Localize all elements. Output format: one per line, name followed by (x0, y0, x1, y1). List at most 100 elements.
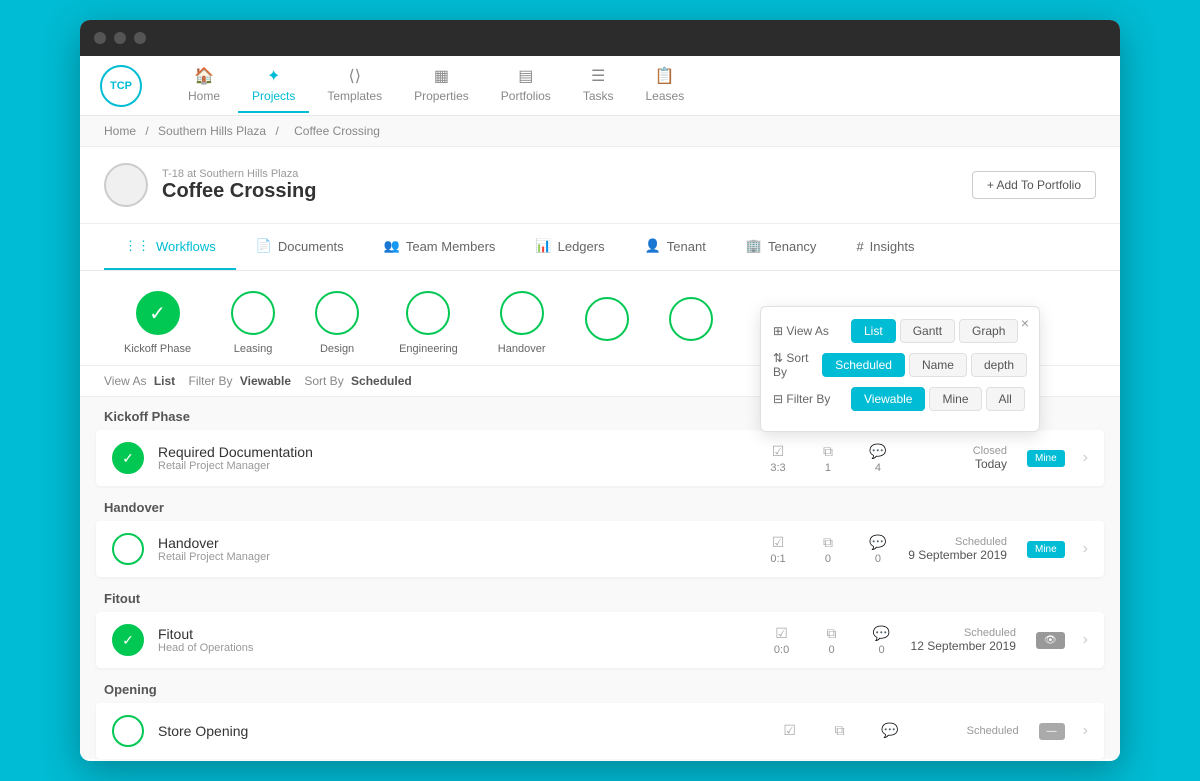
task-meta: ☑ ⧉ 💬 (775, 722, 905, 741)
tab-workflows[interactable]: ⋮⋮ Workflows (104, 224, 236, 270)
chevron-right-icon[interactable]: › (1083, 631, 1088, 649)
nav-item-home[interactable]: 🏠 Home (174, 58, 234, 113)
project-avatar (104, 163, 148, 207)
wf-handover[interactable]: Handover (498, 291, 546, 355)
wf-leasing[interactable]: Leasing (231, 291, 275, 355)
filter-by-value[interactable]: Viewable (240, 374, 291, 388)
nav-label-templates: Templates (327, 89, 382, 103)
project-info: T-18 at Southern Hills Plaza Coffee Cros… (162, 168, 958, 203)
check-count: 0:1 (770, 553, 785, 565)
view-option-list[interactable]: List (851, 319, 896, 343)
tab-documents[interactable]: 📄 Documents (236, 224, 364, 270)
meta-copies: ⧉ 0 (813, 534, 843, 565)
wf-circle-extra2 (669, 297, 713, 341)
sort-option-depth[interactable]: depth (971, 353, 1027, 377)
filter-option-mine[interactable]: Mine (929, 387, 981, 411)
view-as-value[interactable]: List (154, 374, 175, 388)
wf-extra2[interactable] (669, 297, 713, 349)
checkmark-icon: ✓ (149, 301, 166, 326)
comment-count: 0 (878, 644, 884, 656)
date-val: Today (907, 457, 1007, 471)
wf-design[interactable]: Design (315, 291, 359, 355)
team-members-icon: 👥 (384, 238, 400, 254)
breadcrumb-home[interactable]: Home (104, 124, 136, 138)
content-area: Kickoff Phase ✓ Required Documentation R… (80, 397, 1120, 759)
nav-label-home: Home (188, 89, 220, 103)
table-row[interactable]: Store Opening ☑ ⧉ 💬 Scheduled (96, 703, 1104, 759)
nav-label-projects: Projects (252, 89, 295, 103)
nav-label-tasks: Tasks (583, 89, 614, 103)
tab-tenancy[interactable]: 🏢 Tenancy (726, 224, 837, 270)
popup-filter-by-label: ⊟ Filter By (773, 392, 843, 406)
comment-icon: 💬 (881, 722, 898, 739)
task-date: Scheduled (919, 725, 1019, 737)
breadcrumb-sep1: / (145, 124, 152, 138)
task-date: Scheduled 12 September 2019 (911, 627, 1016, 653)
tab-ledgers[interactable]: 📊 Ledgers (515, 224, 624, 270)
date-status: Scheduled (919, 725, 1019, 737)
nav-item-projects[interactable]: ✦ Projects (238, 58, 309, 113)
task-meta: ☑ 0:0 ⧉ 0 💬 0 (767, 625, 897, 656)
tab-insights-label: Insights (870, 239, 915, 254)
nav-item-portfolios[interactable]: ▤ Portfolios (487, 58, 565, 113)
meta-checks: ☑ (775, 722, 805, 741)
tab-ledgers-label: Ledgers (558, 239, 605, 254)
chevron-right-icon[interactable]: › (1083, 449, 1088, 467)
table-row[interactable]: ✓ Required Documentation Retail Project … (96, 430, 1104, 486)
tab-tenant[interactable]: 👤 Tenant (625, 224, 726, 270)
chevron-right-icon[interactable]: › (1083, 722, 1088, 740)
tab-team-members[interactable]: 👥 Team Members (364, 224, 516, 270)
nav-item-properties[interactable]: ▦ Properties (400, 58, 483, 113)
logo: TCP (100, 65, 142, 107)
sort-by-label: Sort By (304, 374, 343, 388)
top-nav: TCP 🏠 Home ✦ Projects ⟨⟩ Templates ▦ Pro… (80, 56, 1120, 116)
tenant-icon: 👤 (645, 238, 661, 254)
tab-workflows-label: Workflows (156, 239, 216, 254)
nav-item-templates[interactable]: ⟨⟩ Templates (313, 58, 396, 113)
view-option-graph[interactable]: Graph (959, 319, 1018, 343)
wf-engineering[interactable]: Engineering (399, 291, 458, 355)
nav-item-tasks[interactable]: ☰ Tasks (569, 58, 628, 113)
task-info: Fitout Head of Operations (158, 626, 753, 654)
table-row[interactable]: ✓ Fitout Head of Operations ☑ 0:0 ⧉ 0 💬 … (96, 612, 1104, 668)
copy-count: 1 (825, 462, 831, 474)
popup-sort-by-label: ⇅ Sort By (773, 351, 814, 379)
nav-item-leases[interactable]: 📋 Leases (632, 58, 699, 113)
sort-by-value[interactable]: Scheduled (351, 374, 412, 388)
filter-option-all[interactable]: All (986, 387, 1025, 411)
sort-option-name[interactable]: Name (909, 353, 967, 377)
sort-option-scheduled[interactable]: Scheduled (822, 353, 905, 377)
breadcrumb-plaza[interactable]: Southern Hills Plaza (158, 124, 266, 138)
view-popup: × ⊞ View As List Gantt Graph ⇅ Sort By S… (760, 306, 1040, 432)
insights-icon: # (856, 239, 863, 254)
wf-extra1[interactable] (585, 297, 629, 349)
phase-header-fitout: Fitout (80, 579, 1120, 612)
filter-bar: View As List Filter By Viewable Sort By … (80, 366, 1120, 397)
popup-filter-by-row: ⊟ Filter By Viewable Mine All (773, 387, 1027, 411)
meta-copies: ⧉ 1 (813, 443, 843, 474)
project-subtitle: T-18 at Southern Hills Plaza (162, 168, 958, 180)
wf-label-engineering: Engineering (399, 343, 458, 355)
mine-badge: Mine (1027, 450, 1065, 467)
home-icon: 🏠 (194, 66, 214, 86)
popup-close-button[interactable]: × (1021, 315, 1029, 331)
table-row[interactable]: Handover Retail Project Manager ☑ 0:1 ⧉ … (96, 521, 1104, 577)
add-to-portfolio-button[interactable]: + Add To Portfolio (972, 171, 1096, 199)
nav-label-leases: Leases (646, 89, 685, 103)
task-meta: ☑ 3:3 ⧉ 1 💬 4 (763, 443, 893, 474)
meta-checks: ☑ 0:0 (767, 625, 797, 656)
browser-window: TCP 🏠 Home ✦ Projects ⟨⟩ Templates ▦ Pro… (80, 20, 1120, 761)
workflows-icon: ⋮⋮ (124, 238, 150, 254)
wf-kickoff-phase[interactable]: ✓ Kickoff Phase (124, 291, 191, 355)
tab-insights[interactable]: # Insights (836, 224, 934, 270)
view-option-gantt[interactable]: Gantt (900, 319, 955, 343)
properties-icon: ▦ (434, 66, 449, 86)
browser-titlebar (80, 20, 1120, 56)
filter-option-viewable[interactable]: Viewable (851, 387, 925, 411)
meta-comments: 💬 0 (867, 625, 897, 656)
check-icon: ☑ (772, 534, 785, 551)
wf-circle-engineering (406, 291, 450, 335)
meta-comments: 💬 4 (863, 443, 893, 474)
task-sub: Retail Project Manager (158, 551, 749, 563)
chevron-right-icon[interactable]: › (1083, 540, 1088, 558)
